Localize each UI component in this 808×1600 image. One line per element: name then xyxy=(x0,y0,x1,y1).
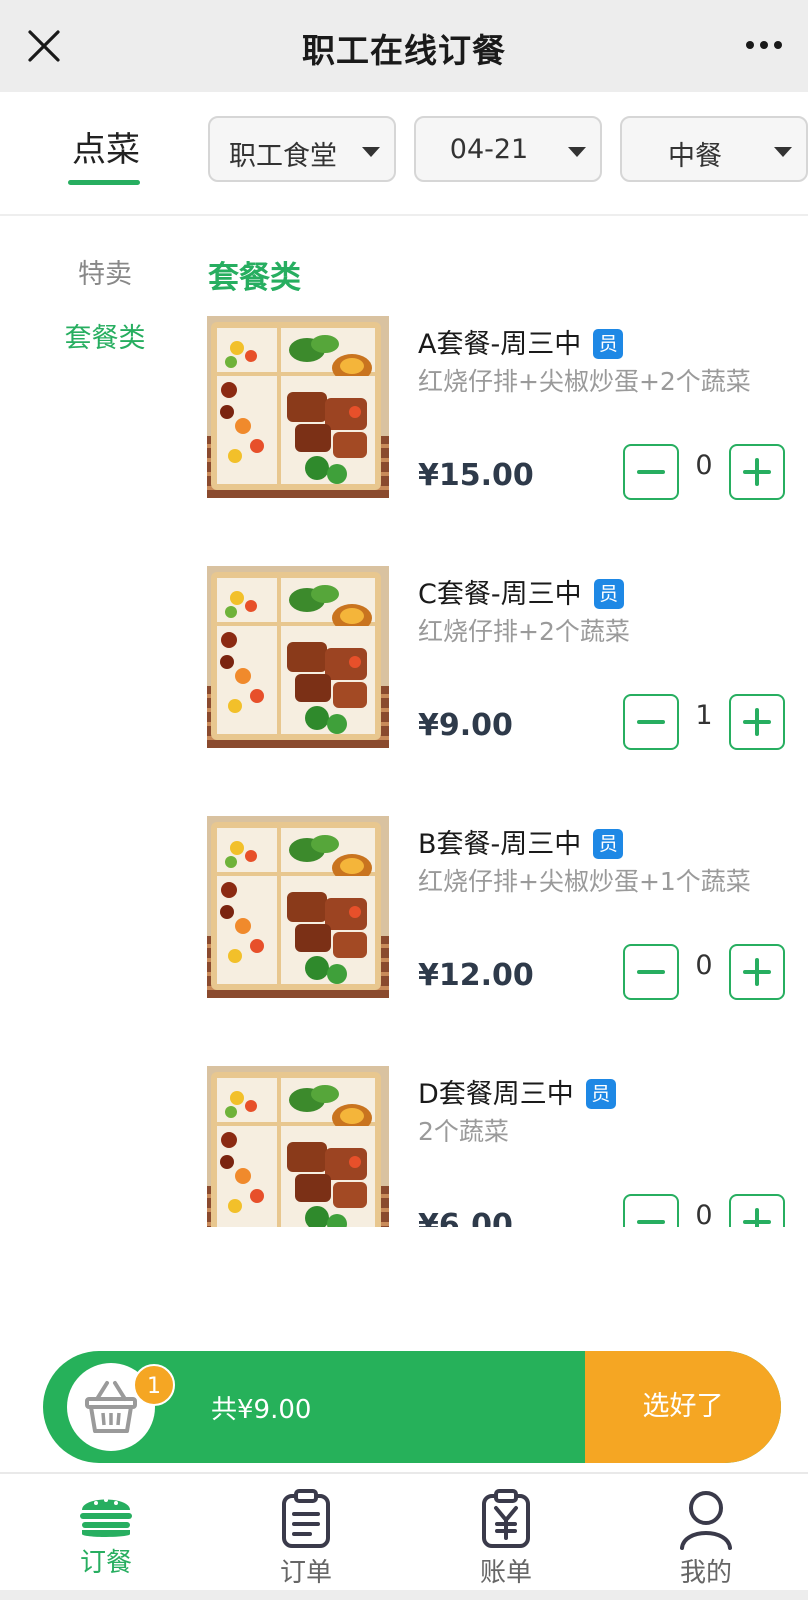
bottom-strip xyxy=(0,1590,808,1600)
menu-item: A套餐-周三中员 红烧仔排+尖椒炒蛋+2个蔬菜 ¥15.00 0 xyxy=(0,300,808,550)
minus-icon xyxy=(637,1220,665,1224)
employee-badge: 员 xyxy=(593,829,624,859)
more-icon[interactable] xyxy=(742,30,786,60)
employee-badge: 员 xyxy=(593,329,624,359)
item-description: 红烧仔排+2个蔬菜 xyxy=(418,617,630,646)
item-description: 红烧仔排+尖椒炒蛋+1个蔬菜 xyxy=(418,867,751,896)
menu-item: D套餐周三中员 2个蔬菜 ¥6.00 0 xyxy=(0,1050,808,1227)
canteen-select[interactable]: 职工食堂 xyxy=(208,116,396,182)
clipboard-list-icon xyxy=(282,1489,330,1548)
quantity-value: 0 xyxy=(695,1200,713,1227)
item-name: B套餐-周三中员 xyxy=(418,822,624,861)
item-description: 红烧仔排+尖椒炒蛋+2个蔬菜 xyxy=(418,367,751,396)
plus-icon xyxy=(743,708,771,736)
minus-icon xyxy=(637,720,665,724)
menu-list[interactable]: A套餐-周三中员 红烧仔排+尖椒炒蛋+2个蔬菜 ¥15.00 0 C套餐-周三中… xyxy=(0,300,808,1227)
meal-select-value: 中餐 xyxy=(668,141,722,172)
item-price: ¥12.00 xyxy=(418,958,534,993)
item-name: C套餐-周三中员 xyxy=(418,572,624,611)
cart-count-badge: 1 xyxy=(133,1364,175,1406)
nav-label: 我的 xyxy=(679,1558,732,1588)
item-name-text: C套餐-周三中 xyxy=(418,579,582,610)
increase-button[interactable] xyxy=(729,444,785,500)
quantity-value: 1 xyxy=(695,700,713,731)
category-item-special[interactable]: 特卖 xyxy=(40,252,170,291)
nav-item-orders[interactable]: 订单 xyxy=(246,1488,366,1589)
plus-icon xyxy=(743,458,771,486)
item-name: A套餐-周三中员 xyxy=(418,322,624,361)
item-name-text: A套餐-周三中 xyxy=(418,329,582,360)
menu-item: B套餐-周三中员 红烧仔排+尖椒炒蛋+1个蔬菜 ¥12.00 0 xyxy=(0,800,808,1050)
item-price: ¥15.00 xyxy=(418,458,534,493)
food-image xyxy=(207,816,389,998)
plus-icon xyxy=(743,958,771,986)
food-image xyxy=(207,316,389,498)
item-description: 2个蔬菜 xyxy=(418,1117,509,1146)
decrease-button[interactable] xyxy=(623,444,679,500)
checkout-button[interactable]: 选好了 xyxy=(585,1351,781,1463)
food-image xyxy=(207,566,389,748)
quantity-value: 0 xyxy=(695,950,713,981)
user-icon xyxy=(680,1491,732,1550)
decrease-button[interactable] xyxy=(623,694,679,750)
date-select[interactable]: 04-21 xyxy=(414,116,602,182)
quantity-value: 0 xyxy=(695,450,713,481)
increase-button[interactable] xyxy=(729,1194,785,1227)
meal-select[interactable]: 中餐 xyxy=(620,116,808,182)
section-title: 套餐类 xyxy=(208,260,301,296)
employee-badge: 员 xyxy=(585,1079,616,1109)
item-price: ¥9.00 xyxy=(418,708,513,743)
burger-icon xyxy=(80,1498,132,1537)
date-select-value: 04-21 xyxy=(449,134,529,165)
menu-item: C套餐-周三中员 红烧仔排+2个蔬菜 ¥9.00 1 xyxy=(0,550,808,800)
minus-icon xyxy=(637,470,665,474)
nav-item-me[interactable]: 我的 xyxy=(646,1488,766,1589)
title-bar: 职工在线订餐 xyxy=(0,0,808,92)
nav-item-bills[interactable]: 账单 xyxy=(446,1488,566,1589)
nav-label: 订餐 xyxy=(79,1548,132,1578)
decrease-button[interactable] xyxy=(623,1194,679,1227)
chevron-down-icon xyxy=(568,147,586,157)
food-image xyxy=(207,1066,389,1227)
tab-order-dishes[interactable]: 点菜 xyxy=(58,122,154,171)
page-title: 职工在线订餐 xyxy=(302,31,506,70)
item-name-text: D套餐周三中 xyxy=(418,1079,574,1110)
filter-bar: 点菜 职工食堂 04-21 中餐 xyxy=(0,92,808,216)
decrease-button[interactable] xyxy=(623,944,679,1000)
increase-button[interactable] xyxy=(729,694,785,750)
cart-total: 共¥9.00 xyxy=(211,1395,312,1425)
clipboard-yen-icon xyxy=(482,1489,530,1548)
tab-underline xyxy=(68,180,140,185)
nav-label: 订单 xyxy=(279,1558,332,1588)
minus-icon xyxy=(637,970,665,974)
increase-button[interactable] xyxy=(729,944,785,1000)
chevron-down-icon xyxy=(362,147,380,157)
item-price: ¥6.00 xyxy=(418,1208,513,1227)
plus-icon xyxy=(743,1208,771,1227)
nav-label: 账单 xyxy=(479,1558,532,1588)
bottom-nav: 订餐 订单 账单 我的 xyxy=(0,1472,808,1590)
chevron-down-icon xyxy=(774,147,792,157)
item-name: D套餐周三中员 xyxy=(418,1072,616,1111)
nav-item-order-meal[interactable]: 订餐 xyxy=(46,1488,166,1579)
employee-badge: 员 xyxy=(593,579,624,609)
item-name-text: B套餐-周三中 xyxy=(418,829,582,860)
canteen-select-value: 职工食堂 xyxy=(229,141,337,172)
